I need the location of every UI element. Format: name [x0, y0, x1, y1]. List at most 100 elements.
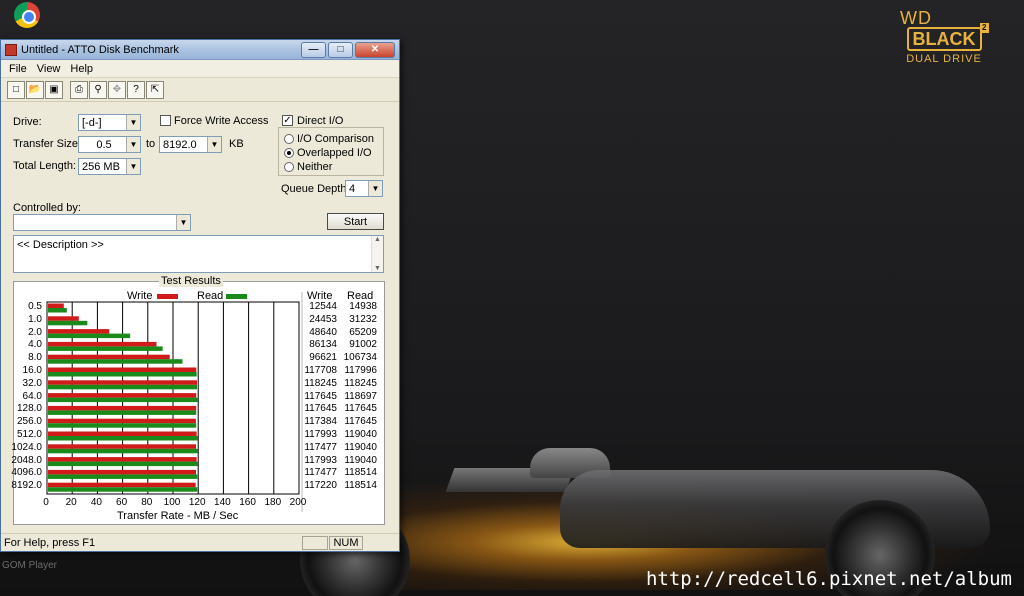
chevron-down-icon: ▼: [368, 181, 382, 196]
bar-read: [48, 397, 198, 403]
drive-select[interactable]: [-d-] ▼: [78, 114, 141, 131]
direct-io-checkbox[interactable]: ✓: [282, 115, 293, 126]
new-icon[interactable]: □: [7, 80, 25, 99]
bar-write: [48, 418, 196, 424]
legend-write: Write: [127, 290, 153, 302]
neither-label: Neither: [297, 161, 333, 173]
kb-label: KB: [229, 138, 244, 150]
start-button[interactable]: Start: [327, 213, 384, 230]
chevron-down-icon: ▼: [126, 115, 140, 130]
description-scrollbar[interactable]: ▲ ▼: [371, 236, 383, 272]
write-value: 96621: [309, 352, 337, 364]
app-icon[interactable]: [5, 43, 17, 56]
scroll-down-icon[interactable]: ▼: [374, 265, 381, 272]
bar-write: [48, 444, 197, 449]
category-label: 8192.0: [11, 480, 42, 492]
bar-write: [48, 316, 79, 321]
direct-io-label: Direct I/O: [297, 115, 344, 127]
write-value: 117645: [304, 390, 337, 402]
menu-help[interactable]: Help: [70, 63, 93, 75]
bar-read: [48, 320, 88, 326]
read-value: 14938: [349, 301, 377, 312]
save-icon[interactable]: ▣: [45, 80, 63, 99]
read-value: 117645: [344, 416, 377, 428]
menu-view[interactable]: View: [37, 63, 61, 75]
overlapped-io-label: Overlapped I/O: [297, 147, 372, 159]
total-length-label: Total Length:: [13, 160, 76, 172]
close-button[interactable]: ✕: [355, 41, 395, 58]
write-value: 24453: [309, 313, 337, 325]
bar-write: [48, 367, 197, 372]
bar-write: [48, 380, 197, 385]
io-comparison-radio[interactable]: [284, 134, 294, 144]
write-value: 117220: [304, 480, 337, 492]
read-value: 65209: [349, 326, 377, 338]
x-tick-label: 200: [289, 497, 307, 508]
open-icon[interactable]: 📂: [26, 80, 44, 99]
category-label: 4096.0: [11, 467, 42, 479]
read-value: 91002: [349, 339, 377, 351]
menu-file[interactable]: File: [9, 63, 27, 75]
chevron-down-icon: ▼: [207, 137, 221, 152]
drive-label: Drive:: [13, 116, 42, 128]
bar-write: [48, 469, 197, 475]
category-label: 2.0: [28, 326, 42, 338]
chrome-desktop-icon[interactable]: [14, 2, 40, 28]
category-label: 32.0: [22, 377, 42, 389]
legend-read: Read: [197, 290, 224, 302]
read-value: 119040: [344, 454, 377, 466]
help-icon[interactable]: ?: [127, 80, 145, 99]
x-axis-label: Transfer Rate - MB / Sec: [117, 510, 239, 522]
minimize-button[interactable]: —: [301, 41, 326, 58]
scroll-up-icon[interactable]: ▲: [374, 236, 381, 243]
window-title: Untitled - ATTO Disk Benchmark: [21, 43, 179, 56]
status-pane: [302, 535, 328, 550]
queue-depth-label: Queue Depth:: [281, 183, 350, 195]
read-value: 117645: [344, 403, 377, 415]
bar-write: [48, 303, 64, 308]
print-preview-icon[interactable]: ⚲: [89, 80, 107, 99]
menu-bar: File View Help: [1, 60, 399, 78]
bar-read: [48, 410, 197, 415]
read-value: 31232: [349, 313, 377, 325]
controlled-by-label: Controlled by:: [13, 202, 81, 214]
write-value: 48640: [309, 326, 337, 338]
description-box[interactable]: << Description >> ▲ ▼: [13, 235, 384, 273]
maximize-button[interactable]: □: [328, 41, 353, 58]
chevron-down-icon: ▼: [126, 159, 140, 174]
status-bar: For Help, press F1 NUM: [1, 533, 399, 551]
force-write-checkbox[interactable]: [160, 115, 171, 126]
read-value: 118245: [344, 377, 377, 389]
bar-write: [48, 405, 197, 411]
bar-read: [48, 359, 183, 364]
legend-write-swatch: [157, 294, 178, 299]
print-icon[interactable]: ⎙: [70, 80, 88, 99]
toolbar: □ 📂 ▣ ⎙ ⚲ ✥ ? ⇱: [1, 78, 399, 102]
category-label: 2048.0: [11, 454, 42, 466]
category-label: 1024.0: [11, 441, 42, 453]
controlled-by-select[interactable]: ▼: [13, 214, 191, 231]
move-icon[interactable]: ✥: [108, 80, 126, 99]
transfer-to-select[interactable]: 8192.0 ▼: [159, 136, 222, 153]
bar-write: [48, 431, 197, 436]
read-value: 118514: [344, 480, 377, 492]
queue-depth-select[interactable]: 4 ▼: [345, 180, 383, 197]
test-results-title: Test Results: [159, 275, 223, 287]
title-bar[interactable]: Untitled - ATTO Disk Benchmark — □ ✕: [1, 40, 399, 60]
bar-write: [48, 341, 157, 347]
context-help-icon[interactable]: ⇱: [146, 80, 164, 99]
logo-wd: WD: [900, 8, 932, 28]
transfer-from-select[interactable]: 0.5 ▼: [78, 136, 141, 153]
read-value: 119040: [344, 441, 377, 453]
write-value: 117708: [304, 365, 337, 376]
bar-write: [48, 393, 197, 398]
overlapped-io-radio[interactable]: [284, 148, 294, 158]
read-value: 119040: [344, 429, 377, 440]
neither-radio[interactable]: [284, 162, 294, 172]
read-value: 117996: [344, 365, 377, 376]
read-value: 118697: [344, 390, 377, 402]
total-length-select[interactable]: 256 MB ▼: [78, 158, 141, 175]
logo-black: BLACK 2: [906, 23, 989, 51]
bar-write: [48, 482, 196, 488]
gom-player-icon-label[interactable]: GOM Player: [2, 560, 57, 571]
